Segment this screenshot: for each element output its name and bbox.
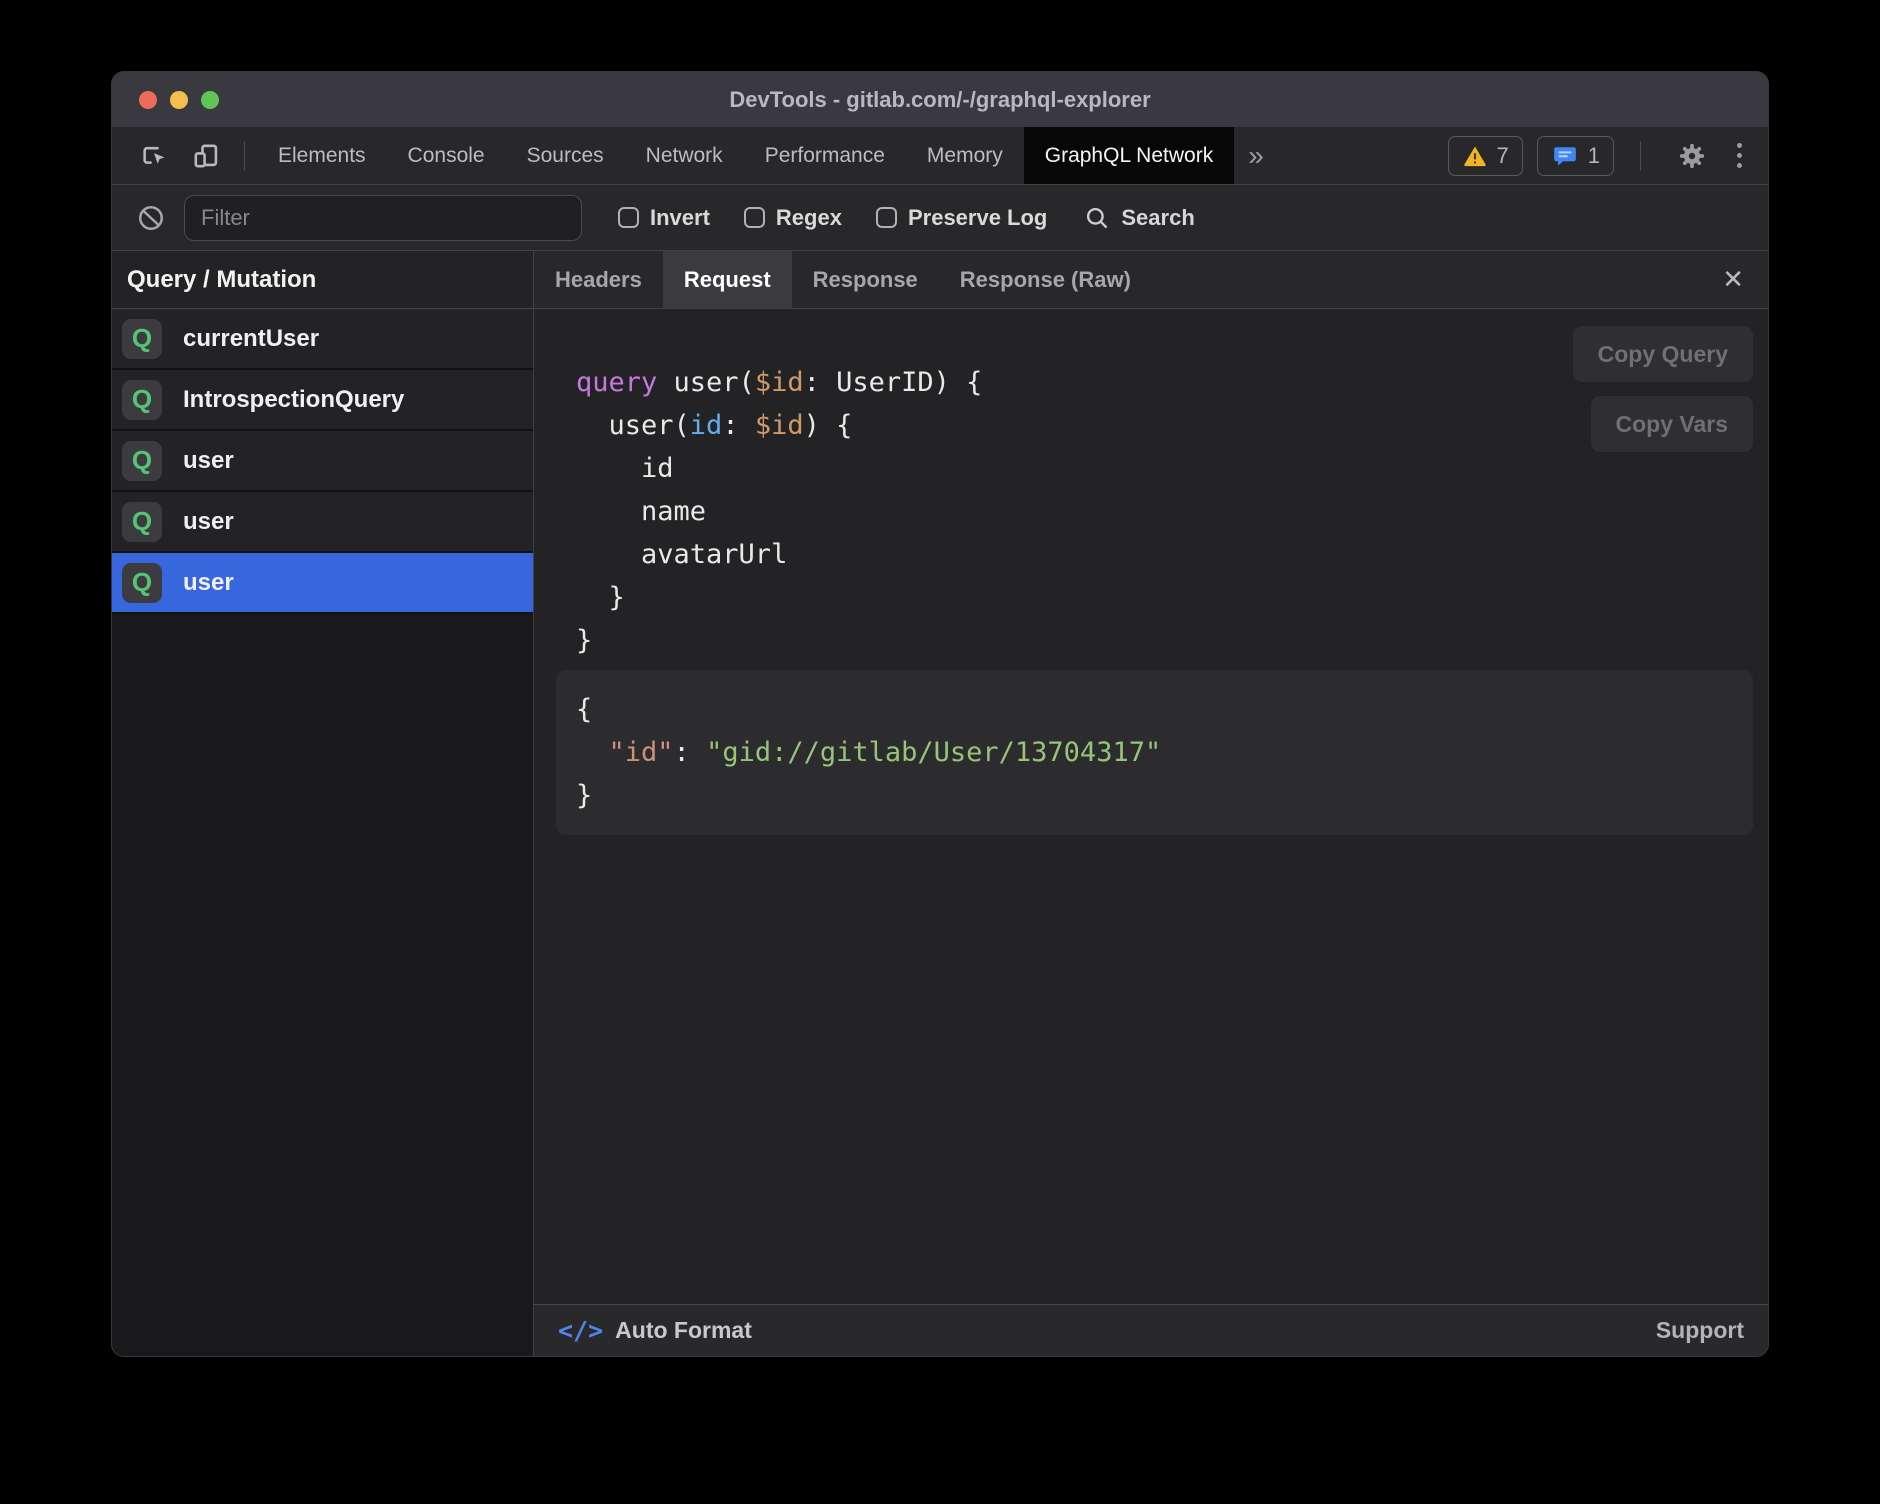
panel-footer: </> Auto Format Support [534, 1304, 1768, 1356]
sidebar-item-user[interactable]: Quser [112, 492, 533, 553]
inspect-element-icon[interactable] [128, 127, 180, 184]
checkbox-box-preserve-log[interactable] [876, 207, 897, 228]
filter-bar: Invert Regex Preserve Log Search [112, 185, 1768, 251]
auto-format-label: Auto Format [615, 1317, 752, 1344]
kebab-menu-icon[interactable] [1731, 137, 1748, 174]
checkbox-label-preserve-log: Preserve Log [908, 205, 1047, 231]
tab-sources[interactable]: Sources [506, 127, 625, 184]
devtools-tab-list: ElementsConsoleSourcesNetworkPerformance… [257, 127, 1234, 184]
query-list-sidebar: Query / Mutation QcurrentUserQIntrospect… [112, 251, 534, 1356]
checkbox-box-regex[interactable] [744, 207, 765, 228]
tab-memory[interactable]: Memory [906, 127, 1024, 184]
messages-count: 1 [1588, 143, 1600, 169]
support-link[interactable]: Support [1656, 1317, 1744, 1344]
close-panel-icon[interactable]: ✕ [1698, 251, 1768, 308]
filter-input[interactable] [184, 195, 582, 241]
main-content: Query / Mutation QcurrentUserQIntrospect… [112, 251, 1768, 1356]
tab-response-raw[interactable]: Response (Raw) [939, 251, 1152, 308]
query-list: QcurrentUserQIntrospectionQueryQuserQuse… [112, 309, 533, 614]
minimize-window-button[interactable] [170, 91, 188, 109]
window-title: DevTools - gitlab.com/-/graphql-explorer [729, 87, 1150, 113]
device-toolbar-icon[interactable] [180, 127, 232, 184]
tab-request[interactable]: Request [663, 251, 792, 308]
sidebar-item-currentuser[interactable]: QcurrentUser [112, 309, 533, 370]
checkbox-label-invert: Invert [650, 205, 710, 231]
query-code-line: id [576, 447, 1768, 490]
traffic-lights [139, 72, 219, 127]
tab-graphql-network[interactable]: GraphQL Network [1024, 127, 1234, 184]
settings-gear-icon[interactable] [1667, 140, 1717, 172]
query-variables-code: { "id": "gid://gitlab/User/13704317"} [576, 688, 1733, 817]
query-code-line: } [576, 576, 1768, 619]
auto-format-button[interactable]: </> Auto Format [558, 1316, 752, 1345]
checkbox-preserve-log[interactable]: Preserve Log [876, 205, 1047, 231]
query-code-line: avatarUrl [576, 533, 1768, 576]
query-type-badge: Q [122, 441, 162, 481]
request-tab-bar: HeadersRequestResponseResponse (Raw) ✕ [534, 251, 1768, 309]
tab-network[interactable]: Network [625, 127, 744, 184]
search-label: Search [1121, 205, 1194, 231]
warning-triangle-icon [1462, 143, 1488, 169]
sidebar-item-label: user [183, 569, 234, 597]
sidebar-header: Query / Mutation [112, 251, 533, 309]
copy-query-button[interactable]: Copy Query [1573, 326, 1753, 382]
checkbox-regex[interactable]: Regex [744, 205, 842, 231]
message-bubble-icon [1551, 142, 1579, 170]
copy-buttons: Copy Query Copy Vars [1573, 326, 1753, 452]
warnings-badge[interactable]: 7 [1448, 136, 1523, 176]
sidebar-item-user[interactable]: Quser [112, 553, 533, 614]
close-window-button[interactable] [139, 91, 157, 109]
copy-vars-button[interactable]: Copy Vars [1591, 396, 1754, 452]
zoom-window-button[interactable] [201, 91, 219, 109]
query-code-line: } [576, 619, 1768, 662]
query-type-badge: Q [122, 380, 162, 420]
block-requests-icon[interactable] [136, 203, 166, 233]
sidebar-item-label: user [183, 508, 234, 536]
tab-response[interactable]: Response [792, 251, 939, 308]
checkbox-invert[interactable]: Invert [618, 205, 710, 231]
warnings-count: 7 [1497, 143, 1509, 169]
sidebar-item-user[interactable]: Quser [112, 431, 533, 492]
tab-console[interactable]: Console [387, 127, 506, 184]
query-code-line: name [576, 490, 1768, 533]
checkbox-box-invert[interactable] [618, 207, 639, 228]
query-type-badge: Q [122, 563, 162, 603]
code-brackets-icon: </> [558, 1316, 603, 1345]
variables-line: { [576, 688, 1733, 731]
toolbar-divider [1640, 141, 1641, 171]
query-type-badge: Q [122, 319, 162, 359]
sidebar-item-label: user [183, 447, 234, 475]
devtools-window: DevTools - gitlab.com/-/graphql-explorer… [112, 72, 1768, 1356]
variables-line: "id": "gid://gitlab/User/13704317" [576, 731, 1733, 774]
request-tab-content: Copy Query Copy Vars query user($id: Use… [534, 309, 1768, 1304]
toolbar-divider [244, 141, 245, 171]
request-tab-list: HeadersRequestResponseResponse (Raw) [534, 251, 1152, 308]
query-type-badge: Q [122, 502, 162, 542]
devtools-toolbar: ElementsConsoleSourcesNetworkPerformance… [112, 127, 1768, 185]
sidebar-item-introspectionquery[interactable]: Q IntrospectionQuery [112, 370, 533, 431]
sidebar-item-label: currentUser [183, 325, 319, 353]
search-icon [1083, 204, 1111, 232]
checkbox-label-regex: Regex [776, 205, 842, 231]
sidebar-item-label: IntrospectionQuery [183, 386, 404, 414]
filter-checkbox-group: Invert Regex Preserve Log [618, 205, 1047, 231]
titlebar: DevTools - gitlab.com/-/graphql-explorer [112, 72, 1768, 127]
more-tabs-chevron-icon[interactable]: » [1234, 127, 1278, 184]
tab-elements[interactable]: Elements [257, 127, 387, 184]
search-button[interactable]: Search [1083, 204, 1194, 232]
request-detail-panel: HeadersRequestResponseResponse (Raw) ✕ C… [534, 251, 1768, 1356]
toolbar-right-controls: 7 1 [1448, 127, 1769, 184]
messages-badge[interactable]: 1 [1537, 136, 1614, 176]
query-variables-box: { "id": "gid://gitlab/User/13704317"} [556, 670, 1753, 835]
tab-performance[interactable]: Performance [744, 127, 906, 184]
variables-line: } [576, 774, 1733, 817]
tab-headers[interactable]: Headers [534, 251, 663, 308]
